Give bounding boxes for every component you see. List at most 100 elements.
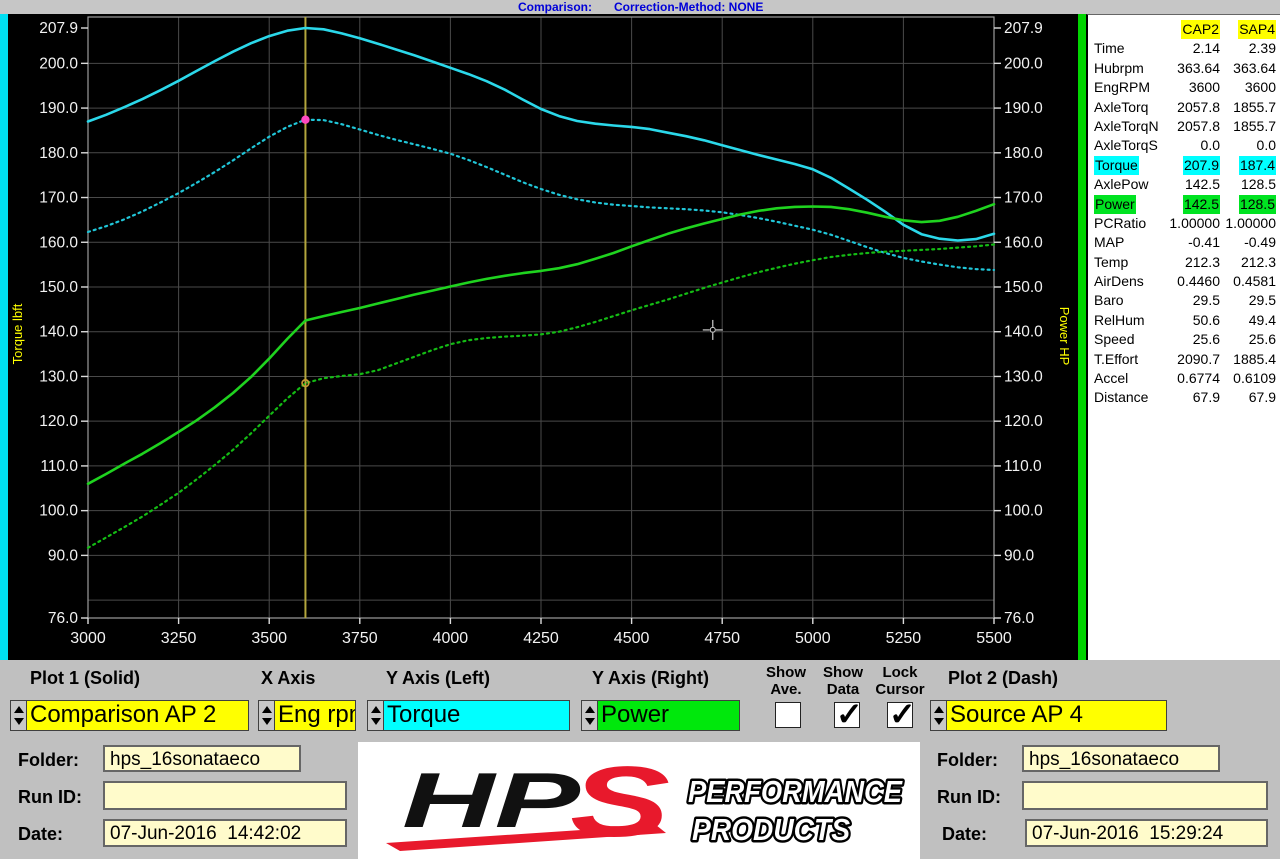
spinner-up-icon[interactable] <box>585 706 595 713</box>
x-axis-tick-label: 4500 <box>614 630 650 647</box>
yaxis-left-value-field[interactable]: Torque <box>384 700 570 731</box>
spinner-down-icon[interactable] <box>14 718 24 725</box>
left-axis-tick-label: 207.9 <box>39 20 78 37</box>
lock-cursor-label: Lock Cursor <box>868 664 932 698</box>
plot2-combo[interactable]: Source AP 4 <box>930 700 1167 731</box>
left-axis-tick-label: 200.0 <box>39 55 78 72</box>
left-axis-title: Torque lbft <box>10 303 25 364</box>
table-row: RelHum50.649.4 <box>1094 311 1276 330</box>
yaxis-left-spinner[interactable] <box>367 700 384 731</box>
table-row: Time2.142.39 <box>1094 39 1276 58</box>
comparison-title: Comparison: <box>518 0 592 14</box>
spinner-up-icon[interactable] <box>934 706 944 713</box>
dyno-chart-area[interactable]: 207.9207.9200.0200.0190.0190.0180.0180.0… <box>0 14 1086 660</box>
table-row: AxleTorq2057.81855.7 <box>1094 98 1276 117</box>
xaxis-spinner[interactable] <box>258 700 275 731</box>
xaxis-value-field[interactable]: Eng rpm <box>275 700 356 731</box>
date-field-right[interactable]: 07-Jun-2016 15:29:24 <box>1025 819 1268 847</box>
left-axis-tick-label: 170.0 <box>39 190 78 207</box>
spinner-down-icon[interactable] <box>585 718 595 725</box>
lock-cursor-checkbox[interactable] <box>887 702 913 728</box>
plot1-value-field[interactable]: Comparison AP 2 <box>27 700 249 731</box>
hps-logo-panel: HP S PERFORMANCE PRODUCTS <box>358 742 920 859</box>
runid-field-left[interactable] <box>103 781 347 810</box>
yaxis-left-combo[interactable]: Torque <box>367 700 570 731</box>
table-row: MAP-0.41-0.49 <box>1094 233 1276 252</box>
spinner-up-icon[interactable] <box>14 706 24 713</box>
spinner-down-icon[interactable] <box>934 718 944 725</box>
yaxis-left-label: Y Axis (Left) <box>386 668 490 689</box>
left-axis-tick-label: 160.0 <box>39 234 78 251</box>
x-axis-tick-label: 4000 <box>433 630 469 647</box>
x-axis-tick-label: 4750 <box>704 630 740 647</box>
left-axis-tick-label: 180.0 <box>39 145 78 162</box>
show-data-checkbox[interactable] <box>834 702 860 728</box>
folder-field-right[interactable]: hps_16sonataeco <box>1022 745 1220 772</box>
folder-label-right: Folder: <box>937 750 998 771</box>
right-axis-tick-label: 120.0 <box>1004 413 1043 430</box>
right-axis-color-stripe <box>1078 14 1086 660</box>
folder-label-left: Folder: <box>18 750 79 771</box>
right-axis-title: Power HP <box>1057 307 1072 366</box>
correction-method-title: Correction-Method: NONE <box>614 0 763 14</box>
plot1-combo[interactable]: Comparison AP 2 <box>10 700 249 731</box>
spinner-up-icon[interactable] <box>262 706 272 713</box>
date-label-left: Date: <box>18 824 63 845</box>
left-axis-tick-label: 130.0 <box>39 368 78 385</box>
spinner-down-icon[interactable] <box>262 718 272 725</box>
data-table: CAP2SAP4Time2.142.39Hubrpm363.64363.64En… <box>1088 15 1280 408</box>
left-axis-tick-label: 150.0 <box>39 279 78 296</box>
yaxis-right-label: Y Axis (Right) <box>592 668 709 689</box>
left-axis-color-stripe <box>0 14 8 660</box>
plot2-label: Plot 2 (Dash) <box>948 668 1058 689</box>
spinner-down-icon[interactable] <box>371 718 381 725</box>
x-axis-tick-label: 4250 <box>523 630 559 647</box>
xaxis-combo[interactable]: Eng rpm <box>258 700 356 731</box>
show-ave-checkbox[interactable] <box>775 702 801 728</box>
runid-label-left: Run ID: <box>18 787 82 808</box>
table-row: AxlePow142.5128.5 <box>1094 175 1276 194</box>
table-row: Hubrpm363.64363.64 <box>1094 59 1276 78</box>
plot2-spinner[interactable] <box>930 700 947 731</box>
control-panel: Plot 1 (Solid) Comparison AP 2 X Axis En… <box>0 660 1280 859</box>
table-row: AxleTorqN2057.81855.7 <box>1094 117 1276 136</box>
runid-label-right: Run ID: <box>937 787 1001 808</box>
x-axis-tick-label: 3750 <box>342 630 378 647</box>
date-field-left[interactable]: 07-Jun-2016 14:42:02 <box>103 819 347 847</box>
right-axis-tick-label: 130.0 <box>1004 368 1043 385</box>
title-bar: Comparison: Correction-Method: NONE <box>0 0 1280 14</box>
right-axis-tick-label: 140.0 <box>1004 324 1043 341</box>
right-axis-tick-label: 190.0 <box>1004 100 1043 117</box>
table-row: EngRPM36003600 <box>1094 78 1276 97</box>
table-row: CAP2SAP4 <box>1094 20 1276 39</box>
left-axis-tick-label: 140.0 <box>39 324 78 341</box>
left-axis-tick-label: 190.0 <box>39 100 78 117</box>
right-axis-tick-label: 90.0 <box>1004 547 1035 564</box>
table-row: Distance67.967.9 <box>1094 388 1276 407</box>
runid-field-right[interactable] <box>1022 781 1268 810</box>
plot1-label: Plot 1 (Solid) <box>30 668 140 689</box>
show-ave-label: Show Ave. <box>756 664 816 698</box>
yaxis-right-spinner[interactable] <box>581 700 598 731</box>
x-axis-tick-label: 3500 <box>251 630 287 647</box>
right-axis-tick-label: 170.0 <box>1004 190 1043 207</box>
dyno-chart-plot[interactable]: 207.9207.9200.0200.0190.0190.0180.0180.0… <box>0 14 1086 660</box>
table-row: Baro29.529.5 <box>1094 291 1276 310</box>
x-axis-tick-label: 5250 <box>886 630 922 647</box>
xaxis-label: X Axis <box>261 668 315 689</box>
date-label-right: Date: <box>942 824 987 845</box>
right-axis-tick-label: 160.0 <box>1004 234 1043 251</box>
plot2-value-field[interactable]: Source AP 4 <box>947 700 1167 731</box>
folder-field-left[interactable]: hps_16sonataeco <box>103 745 301 772</box>
right-axis-tick-label: 100.0 <box>1004 503 1043 520</box>
logo-s-text: S <box>570 746 670 858</box>
yaxis-right-combo[interactable]: Power <box>581 700 740 731</box>
left-axis-tick-label: 110.0 <box>40 458 78 475</box>
plot1-spinner[interactable] <box>10 700 27 731</box>
right-axis-tick-label: 110.0 <box>1004 458 1042 475</box>
spinner-up-icon[interactable] <box>371 706 381 713</box>
yaxis-right-value-field[interactable]: Power <box>598 700 740 731</box>
table-row: AxleTorqS0.00.0 <box>1094 136 1276 155</box>
table-row: T.Effort2090.71885.4 <box>1094 350 1276 369</box>
left-axis-tick-label: 120.0 <box>39 413 78 430</box>
